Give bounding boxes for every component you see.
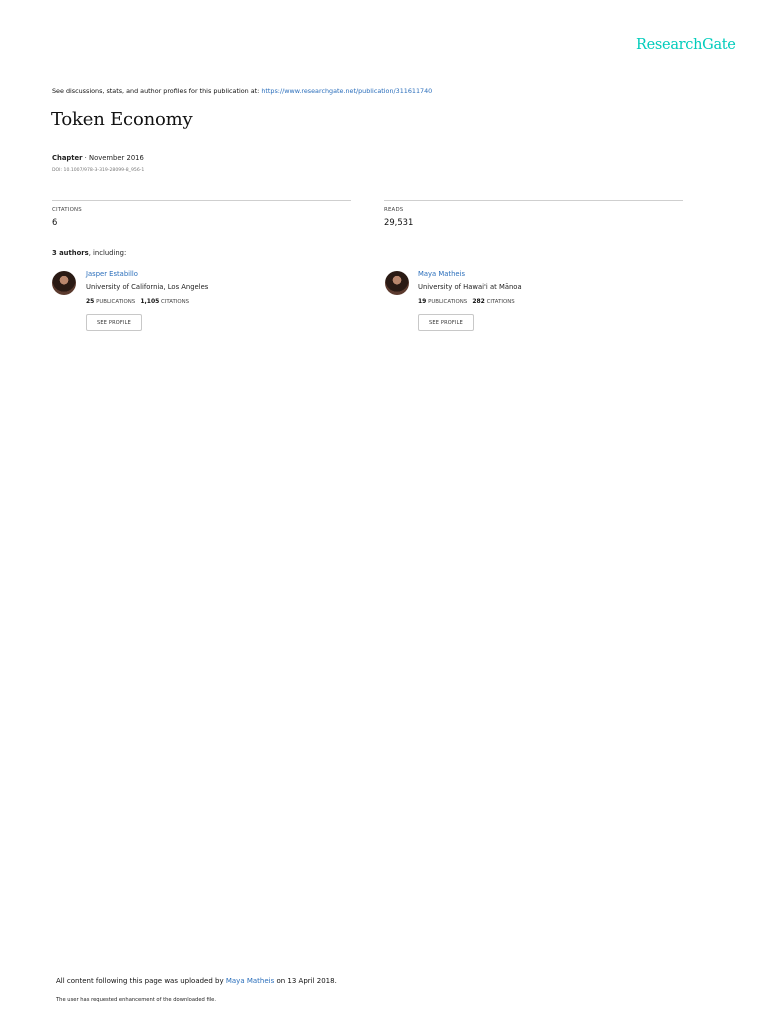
see-profile-button[interactable]: SEE PROFILE — [86, 314, 142, 331]
citations-count: 1,105 — [140, 298, 160, 305]
authors-heading: 3 authors, including: — [52, 249, 126, 257]
author-institution: University of Hawai'i at Mānoa — [418, 283, 522, 291]
citations-label: CITATIONS — [159, 299, 190, 305]
upload-suffix: on 13 April 2018. — [274, 977, 337, 985]
paper-title: Token Economy — [51, 109, 193, 130]
publications-label: PUBLICATIONS — [94, 299, 136, 305]
citations-value: 6 — [52, 217, 58, 227]
citations-label: CITATIONS — [52, 207, 82, 213]
citations-count: 282 — [472, 298, 485, 305]
author-name[interactable]: Maya Matheis — [418, 270, 465, 278]
upload-prefix: All content following this page was uplo… — [56, 977, 226, 985]
authors-suffix: , including: — [88, 249, 127, 257]
citations-divider — [52, 200, 351, 201]
publications-label: PUBLICATIONS — [426, 299, 468, 305]
paper-doi: DOI: 10.1007/978-3-319-28099-8_956-1 — [52, 168, 145, 173]
paper-date: · November 2016 — [82, 154, 144, 162]
uploader-link[interactable]: Maya Matheis — [226, 977, 274, 985]
upload-note: All content following this page was uplo… — [56, 977, 337, 985]
reads-divider — [384, 200, 683, 201]
authors-count: 3 authors — [52, 249, 89, 257]
avatar[interactable] — [52, 271, 76, 295]
reads-label: READS — [384, 207, 404, 213]
paper-type: Chapter — [52, 154, 83, 162]
discussion-prefix: See discussions, stats, and author profi… — [52, 87, 262, 95]
discussion-line: See discussions, stats, and author profi… — [52, 87, 432, 95]
researchgate-logo: ResearchGate — [636, 37, 736, 53]
author-name[interactable]: Jasper Estabillo — [86, 270, 138, 278]
author-stats: 25 PUBLICATIONS 1,105 CITATIONS — [86, 298, 189, 305]
citations-label: CITATIONS — [484, 299, 515, 305]
publication-link[interactable]: https://www.researchgate.net/publication… — [261, 87, 432, 95]
author-institution: University of California, Los Angeles — [86, 283, 209, 291]
see-profile-button[interactable]: SEE PROFILE — [418, 314, 474, 331]
reads-value: 29,531 — [384, 217, 414, 227]
paper-meta: Chapter · November 2016 — [52, 154, 144, 162]
author-stats: 19 PUBLICATIONS 282 CITATIONS — [418, 298, 515, 305]
avatar[interactable] — [385, 271, 409, 295]
enhancement-note: The user has requested enhancement of th… — [56, 997, 217, 1003]
